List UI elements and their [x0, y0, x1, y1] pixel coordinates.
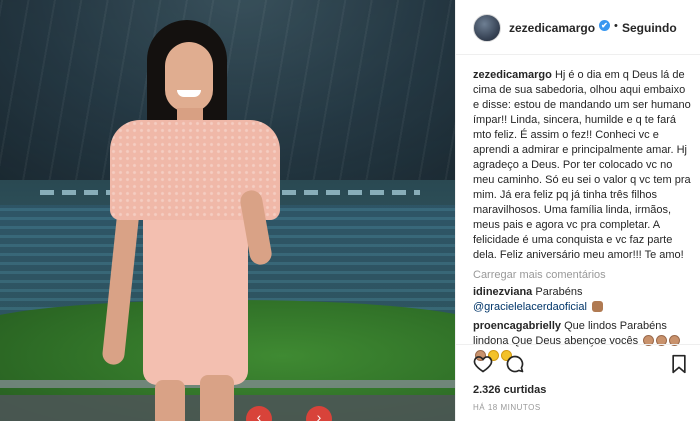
smile [177, 90, 201, 97]
post-timestamp: HÁ 18 MINUTOS [473, 403, 541, 412]
comments-list: zezedicamargo Hj é o dia em q Deus lá de… [473, 68, 693, 364]
likes-count[interactable]: 2.326 curtidas [473, 384, 546, 396]
caption-text: Hj é o dia em q Deus lá de cima de sua s… [473, 69, 691, 261]
heart-icon[interactable] [473, 354, 493, 374]
separator-dot: • [614, 20, 618, 32]
post-actions: 2.326 curtidas HÁ 18 MINUTOS [456, 344, 700, 421]
header-username[interactable]: zezedicamargo [509, 21, 595, 35]
avatar[interactable] [473, 14, 501, 42]
load-more-comments[interactable]: Carregar mais comentários [473, 269, 693, 281]
left-arm [101, 199, 141, 366]
post-photo[interactable]: ‹ › [0, 0, 455, 421]
caption-username[interactable]: zezedicamargo [473, 69, 552, 81]
caption: zezedicamargo Hj é o dia em q Deus lá de… [473, 68, 693, 263]
bookmark-icon[interactable] [671, 354, 687, 374]
dress [143, 210, 248, 385]
comment-mention[interactable]: @gracielelacerdaoficial [473, 301, 587, 313]
comment-item: idinezviana Parabéns @gracielelacerdaofi… [473, 285, 693, 315]
post-header: zezedicamargo ✔ • Seguindo [456, 0, 700, 55]
instagram-post: ‹ › zezedicamargo ✔ • Seguindo zezedicam… [0, 0, 700, 421]
verified-icon: ✔ [599, 20, 610, 31]
left-leg [155, 380, 185, 421]
comment-icon[interactable] [505, 354, 525, 374]
woman-figure [101, 20, 285, 421]
post-sidebar: zezedicamargo ✔ • Seguindo zezedicamargo… [455, 0, 700, 421]
right-leg [200, 375, 234, 421]
face [165, 42, 213, 112]
comment-username[interactable]: idinezviana [473, 286, 532, 298]
comment-username[interactable]: proencagabrielly [473, 320, 561, 332]
cake-icon [591, 301, 603, 312]
following-button[interactable]: Seguindo [622, 21, 677, 35]
comment-text: Parabéns [535, 286, 583, 298]
